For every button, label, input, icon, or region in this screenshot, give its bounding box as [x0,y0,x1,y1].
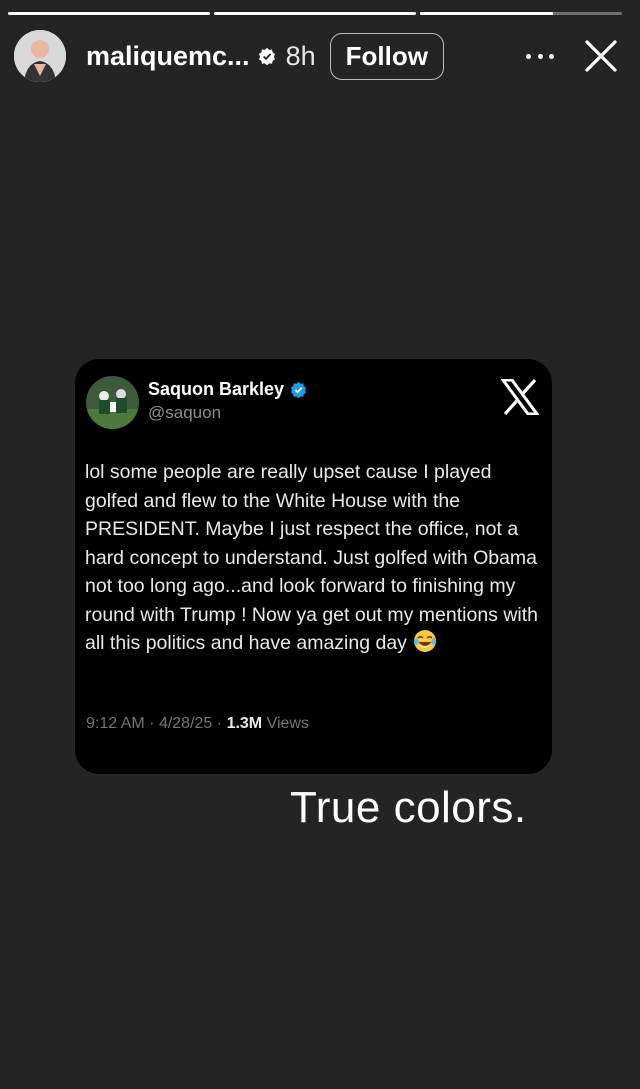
verified-badge-icon [258,47,275,65]
tweet-views-count: 1.3M [226,715,263,732]
progress-segment-3 [420,12,622,15]
tweet-meta: 9:12 AM · 4/28/25 · 1.3M Views [86,715,309,733]
tweet-handle[interactable]: @saquon [148,403,221,423]
tweet-views-label: Views [266,715,309,732]
tweet-text-body: lol some people are really upset cause I… [85,461,539,654]
verified-badge-icon [290,381,307,398]
more-options-icon[interactable] [526,46,554,66]
x-logo-icon [501,379,539,415]
tears-of-joy-emoji [413,630,437,652]
tweet-text: lol some people are really upset cause I… [85,458,547,658]
close-icon[interactable] [584,39,618,73]
story-caption: True colors. [290,783,527,832]
story-header: maliquemc... 8h Follow [14,30,618,82]
tweet-author-name[interactable]: Saquon Barkley [148,379,307,400]
follow-button[interactable]: Follow [329,32,444,80]
separator: · [149,715,155,732]
story-username[interactable]: maliquemc... [86,41,250,72]
tweet-date[interactable]: 4/28/25 [159,715,212,732]
tweet-avatar[interactable] [86,376,139,429]
separator: · [216,715,223,732]
story-progress-bar [8,12,622,15]
tweet-time[interactable]: 9:12 AM [86,715,145,732]
tweet-author-name-text: Saquon Barkley [148,379,285,399]
post-time: 8h [285,40,316,71]
progress-segment-2 [214,12,416,15]
progress-segment-1 [8,12,210,15]
tweet-card[interactable]: Saquon Barkley @saquon lol some people a… [75,359,552,774]
avatar[interactable] [14,30,66,82]
